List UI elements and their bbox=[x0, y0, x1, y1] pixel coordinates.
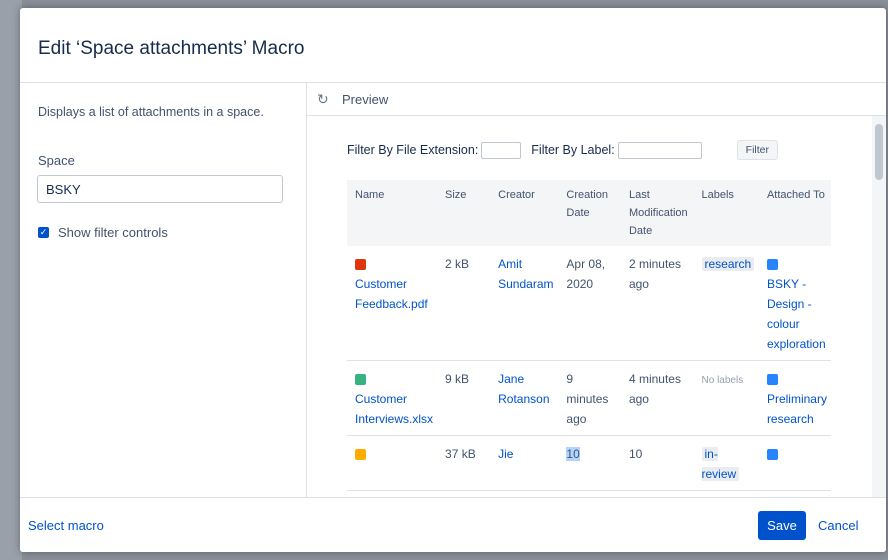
show-filter-controls-option[interactable]: ✓ Show filter controls bbox=[38, 225, 168, 240]
page-icon bbox=[766, 373, 778, 385]
page-icon bbox=[766, 258, 778, 270]
attachments-table: Name Size Creator Creation Date Last Mod… bbox=[347, 180, 831, 491]
no-labels-text: No labels bbox=[701, 375, 744, 386]
table-header-row: Name Size Creator Creation Date Last Mod… bbox=[347, 180, 831, 246]
modification-date: 4 minutes ago bbox=[620, 360, 694, 436]
pdf-file-icon bbox=[355, 258, 366, 270]
attached-page-link[interactable]: BSKY - Design - colour exploration bbox=[767, 277, 826, 351]
column-header-creation-date[interactable]: Creation Date bbox=[558, 180, 621, 246]
attached-page-link[interactable]: Preliminary research bbox=[767, 392, 827, 426]
show-filter-label: Show filter controls bbox=[58, 225, 168, 240]
macro-parameters-pane: Displays a list of attachments in a spac… bbox=[20, 83, 307, 497]
filter-controls: Filter By File Extension: Filter By Labe… bbox=[347, 140, 779, 160]
cancel-button[interactable]: Cancel bbox=[818, 518, 858, 533]
modification-date: 2 minutes ago bbox=[620, 246, 694, 361]
label-tag[interactable]: research bbox=[701, 257, 755, 271]
label-filter-input[interactable] bbox=[617, 141, 702, 159]
label-tag[interactable]: in-review bbox=[701, 447, 740, 481]
attachment-link[interactable]: Customer Interviews.xlsx bbox=[355, 392, 433, 426]
file-extension-filter-input[interactable] bbox=[481, 141, 522, 159]
label-filter-label: Filter By Label: bbox=[531, 143, 615, 157]
edit-macro-dialog: Edit ‘Space attachments’ Macro Displays … bbox=[20, 8, 886, 552]
page-icon bbox=[766, 448, 778, 460]
preview-area: Filter By File Extension: Filter By Labe… bbox=[307, 116, 886, 497]
creator-link[interactable]: Jane Rotanson bbox=[498, 372, 549, 406]
table-row: Customer Feedback.pdf 2 kB Amit Sundaram… bbox=[347, 246, 831, 361]
column-header-attached-to[interactable]: Attached To bbox=[758, 180, 831, 246]
save-button[interactable]: Save bbox=[758, 511, 806, 540]
creation-date: 9 minutes ago bbox=[558, 360, 621, 436]
file-extension-filter-label: Filter By File Extension: bbox=[347, 143, 479, 157]
scrollbar-thumb[interactable] bbox=[875, 124, 883, 180]
file-size: 9 kB bbox=[437, 360, 491, 436]
attachment-link[interactable]: Customer Feedback.pdf bbox=[355, 277, 428, 311]
dialog-title: Edit ‘Space attachments’ Macro bbox=[38, 38, 305, 59]
column-header-last-modification-date[interactable]: Last Modification Date bbox=[620, 180, 694, 246]
show-filter-checkbox[interactable]: ✓ bbox=[38, 227, 49, 238]
space-label: Space bbox=[38, 153, 75, 168]
preview-scrollbar[interactable] bbox=[872, 116, 886, 497]
column-header-size[interactable]: Size bbox=[437, 180, 491, 246]
creator-link[interactable]: Amit Sundaram bbox=[498, 257, 553, 291]
preview-header: ↻ Preview bbox=[307, 83, 886, 116]
column-header-labels: Labels bbox=[693, 180, 759, 246]
select-macro-link[interactable]: Select macro bbox=[28, 518, 104, 533]
creator-link[interactable]: Jie bbox=[498, 447, 513, 461]
preview-label: Preview bbox=[342, 92, 389, 107]
table-row: Customer Interviews.xlsx 9 kB Jane Rotan… bbox=[347, 360, 831, 436]
file-size: 2 kB bbox=[437, 246, 491, 361]
spreadsheet-file-icon bbox=[355, 373, 366, 385]
page-backdrop bbox=[0, 0, 22, 560]
filter-button[interactable]: Filter bbox=[736, 140, 779, 160]
table-row: 37 kB Jie 10 10 in-review bbox=[347, 435, 831, 491]
creation-date: Apr 08, 2020 bbox=[558, 246, 621, 361]
macro-description: Displays a list of attachments in a spac… bbox=[38, 105, 264, 119]
dialog-header: Edit ‘Space attachments’ Macro bbox=[20, 8, 886, 83]
dialog-footer: Select macro Save Cancel bbox=[20, 497, 886, 552]
image-file-icon bbox=[355, 448, 366, 460]
file-size: 37 kB bbox=[437, 435, 491, 491]
column-header-name[interactable]: Name bbox=[347, 180, 438, 246]
creation-date: 10 bbox=[566, 447, 580, 461]
space-input[interactable] bbox=[37, 175, 283, 203]
refresh-icon[interactable]: ↻ bbox=[317, 91, 329, 108]
column-header-creator[interactable]: Creator bbox=[490, 180, 559, 246]
modification-date: 10 bbox=[620, 435, 694, 491]
